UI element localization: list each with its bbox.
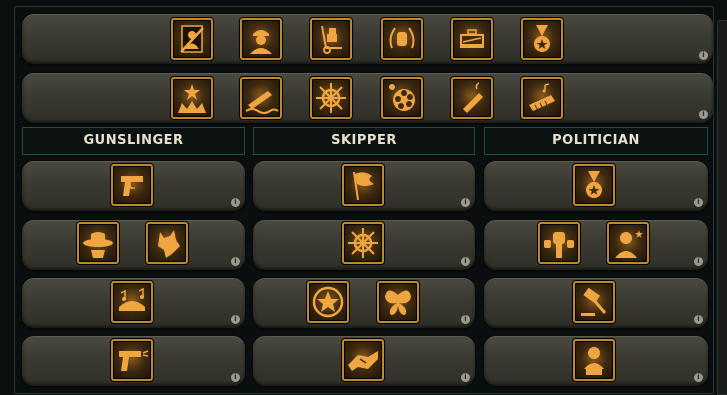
skipper-tier-3: i <box>253 278 475 328</box>
medal-icon[interactable] <box>521 18 563 60</box>
raised-fists-icon[interactable] <box>538 222 580 264</box>
info-icon[interactable]: i <box>231 315 240 324</box>
medal-icon[interactable] <box>573 164 615 206</box>
info-icon[interactable]: i <box>231 257 240 266</box>
soldier-bust-icon[interactable] <box>240 18 282 60</box>
info-icon[interactable]: i <box>694 198 703 207</box>
perk-row-top-2: i <box>22 73 713 123</box>
politician-portrait-icon[interactable] <box>607 222 649 264</box>
info-icon[interactable]: i <box>461 315 470 324</box>
gunslinger-tier-2: i <box>22 220 245 270</box>
wolf-head-icon[interactable] <box>146 222 188 264</box>
cigar-icon[interactable] <box>451 77 493 119</box>
battle-star-icon[interactable] <box>171 77 213 119</box>
pistol-icon[interactable] <box>111 164 153 206</box>
info-icon[interactable]: i <box>461 257 470 266</box>
music-cap-icon[interactable] <box>111 281 153 323</box>
flag-icon[interactable] <box>342 164 384 206</box>
column-header-gunslinger: GUNSLINGER <box>22 127 245 155</box>
star-badge-icon[interactable] <box>307 281 349 323</box>
info-icon[interactable]: i <box>694 257 703 266</box>
ship-wheel-icon[interactable] <box>310 77 352 119</box>
hand-truck-icon[interactable] <box>310 18 352 60</box>
ship-wheel-icon[interactable] <box>342 222 384 264</box>
info-icon[interactable]: i <box>231 198 240 207</box>
revolver-cylinder-icon[interactable] <box>381 77 423 119</box>
column-header-skipper: SKIPPER <box>253 127 475 155</box>
butterfly-icon[interactable] <box>377 281 419 323</box>
politician-tier-2: i <box>484 220 708 270</box>
info-icon[interactable]: i <box>461 198 470 207</box>
laurel-fist-icon[interactable] <box>381 18 423 60</box>
harmonica-icon[interactable] <box>521 77 563 119</box>
cowboy-hat-icon[interactable] <box>77 222 119 264</box>
perk-row-top-1: i <box>22 14 713 64</box>
info-icon[interactable]: i <box>699 110 708 119</box>
gavel-icon[interactable] <box>573 281 615 323</box>
info-icon[interactable]: i <box>231 373 240 382</box>
pistol-shot-icon[interactable] <box>111 339 153 381</box>
info-icon[interactable]: i <box>461 373 470 382</box>
portrait-cancel-icon[interactable] <box>171 18 213 60</box>
side-panel-edge <box>717 20 727 395</box>
sinking-ship-icon[interactable] <box>240 77 282 119</box>
info-icon[interactable]: i <box>694 373 703 382</box>
info-icon[interactable]: i <box>694 315 703 324</box>
info-icon[interactable]: i <box>699 51 708 60</box>
bust-statue-icon[interactable] <box>573 339 615 381</box>
column-header-politician: POLITICIAN <box>484 127 708 155</box>
handshake-icon[interactable] <box>342 339 384 381</box>
briefcase-money-icon[interactable] <box>451 18 493 60</box>
